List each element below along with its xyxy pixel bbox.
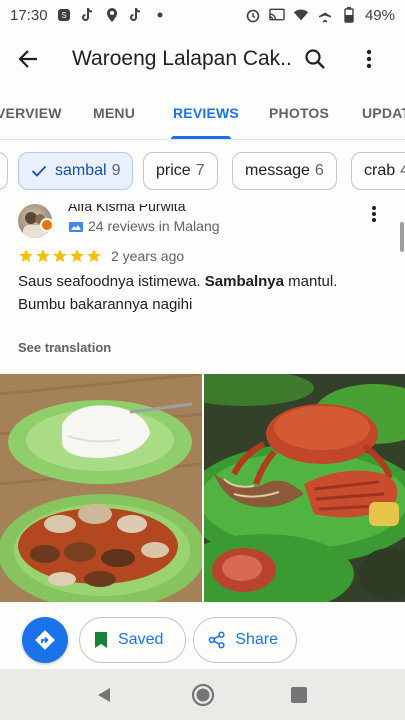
food-photo-icon xyxy=(0,374,202,602)
place-tabs: VERVIEW MENU REVIEWS PHOTOS UPDAT xyxy=(0,92,405,140)
system-icons: 49% xyxy=(245,7,395,24)
status-bar: 17:30 S 49% xyxy=(0,0,405,30)
alarm-icon xyxy=(245,7,261,23)
reviewer-name[interactable]: Alfa Kisma Purwita xyxy=(68,204,185,214)
screen-record-icon: S xyxy=(56,7,72,23)
review-photo-crab-lobster[interactable] xyxy=(204,374,405,602)
airplane-icon xyxy=(317,7,333,23)
nav-home-button[interactable] xyxy=(189,681,217,709)
back-button[interactable] xyxy=(0,32,56,86)
share-icon xyxy=(208,631,225,649)
review-text: Saus seafoodnya istimewa. Sambalnya mant… xyxy=(18,270,388,316)
tiktok-icon xyxy=(80,7,96,23)
nav-recents-button[interactable] xyxy=(285,681,313,709)
bottom-action-bar: Saved Share xyxy=(0,603,405,669)
directions-button[interactable] xyxy=(22,617,68,663)
saved-button[interactable]: Saved xyxy=(79,617,186,663)
check-icon xyxy=(31,165,47,177)
wifi-icon xyxy=(293,7,309,23)
tab-reviews[interactable]: REVIEWS xyxy=(173,92,239,140)
star-icon xyxy=(87,249,101,262)
bookmark-icon xyxy=(95,632,107,648)
review-text-part1: Saus seafoodnya istimewa. xyxy=(18,273,205,290)
dot-icon xyxy=(152,7,168,23)
chip-count: 9 xyxy=(111,162,121,179)
star-icon xyxy=(53,249,67,262)
topic-chip-message[interactable]: message 6 xyxy=(232,152,337,190)
nav-home-icon xyxy=(191,683,215,707)
location-icon xyxy=(104,7,120,23)
review-more-button[interactable] xyxy=(364,202,384,226)
status-time: 17:30 xyxy=(10,6,48,24)
notification-icons: S xyxy=(56,7,168,23)
place-title: Waroeng Lalapan Cak... xyxy=(72,47,292,70)
nav-back-button[interactable] xyxy=(90,681,118,709)
nav-recents-icon xyxy=(291,687,307,703)
battery-percent: 49% xyxy=(364,6,395,24)
nav-back-icon xyxy=(98,688,110,702)
topic-chip-price[interactable]: price 7 xyxy=(143,152,218,190)
review-text-highlight: Sambalnya xyxy=(204,273,284,290)
star-icon xyxy=(70,249,84,262)
reviewer-meta: 24 reviews in Malang xyxy=(68,218,220,234)
review-photo-rice-clams[interactable] xyxy=(0,374,202,602)
local-guide-badge-icon xyxy=(40,218,54,232)
tab-menu[interactable]: MENU xyxy=(93,92,135,140)
chip-count: 7 xyxy=(195,162,205,179)
scrollbar[interactable] xyxy=(400,222,404,252)
reviewer-meta-text: 24 reviews in Malang xyxy=(88,218,220,234)
review-header: Alfa Kisma Purwita 24 reviews in Malang xyxy=(18,196,388,240)
chip-count: 6 xyxy=(314,162,324,179)
active-tab-indicator xyxy=(171,136,231,139)
topic-chip-partial[interactable] xyxy=(0,152,8,190)
tiktok-icon xyxy=(128,7,144,23)
more-vert-icon xyxy=(366,49,372,69)
arrow-back-icon xyxy=(18,50,37,68)
search-button[interactable] xyxy=(296,40,334,78)
svg-text:S: S xyxy=(61,11,66,20)
system-navigation-bar xyxy=(0,669,405,720)
chip-label: message xyxy=(245,162,310,179)
saved-label: Saved xyxy=(118,631,164,648)
star-icon xyxy=(36,249,50,262)
see-translation-link[interactable]: See translation xyxy=(18,340,111,355)
chip-count: 4 xyxy=(400,162,405,179)
share-label: Share xyxy=(235,631,278,648)
more-options-button[interactable] xyxy=(352,40,386,78)
tab-photos[interactable]: PHOTOS xyxy=(269,92,329,140)
local-guide-icon xyxy=(69,222,83,232)
tab-overview[interactable]: VERVIEW xyxy=(0,92,62,140)
chip-label: price xyxy=(156,162,191,179)
app-bar: Waroeng Lalapan Cak... xyxy=(0,32,405,86)
star-icon xyxy=(19,249,33,262)
review-date: 2 years ago xyxy=(111,248,185,264)
topic-chip-sambal[interactable]: sambal 9 xyxy=(18,152,134,190)
chip-label: crab xyxy=(364,162,396,179)
tab-updates[interactable]: UPDAT xyxy=(362,92,405,140)
chip-label: sambal xyxy=(55,162,107,179)
review-topic-chips: sambal 9 price 7 message 6 crab 4 xyxy=(0,152,405,192)
topic-chip-crab[interactable]: crab 4 xyxy=(351,152,405,190)
star-rating xyxy=(18,248,102,264)
review-rating-row: 2 years ago xyxy=(18,248,184,264)
share-button[interactable]: Share xyxy=(193,617,297,663)
more-vert-icon xyxy=(372,206,376,222)
directions-icon xyxy=(35,630,55,650)
battery-icon xyxy=(341,7,357,23)
cast-icon xyxy=(269,7,285,23)
food-photo-icon xyxy=(204,374,405,602)
search-icon xyxy=(305,49,325,69)
